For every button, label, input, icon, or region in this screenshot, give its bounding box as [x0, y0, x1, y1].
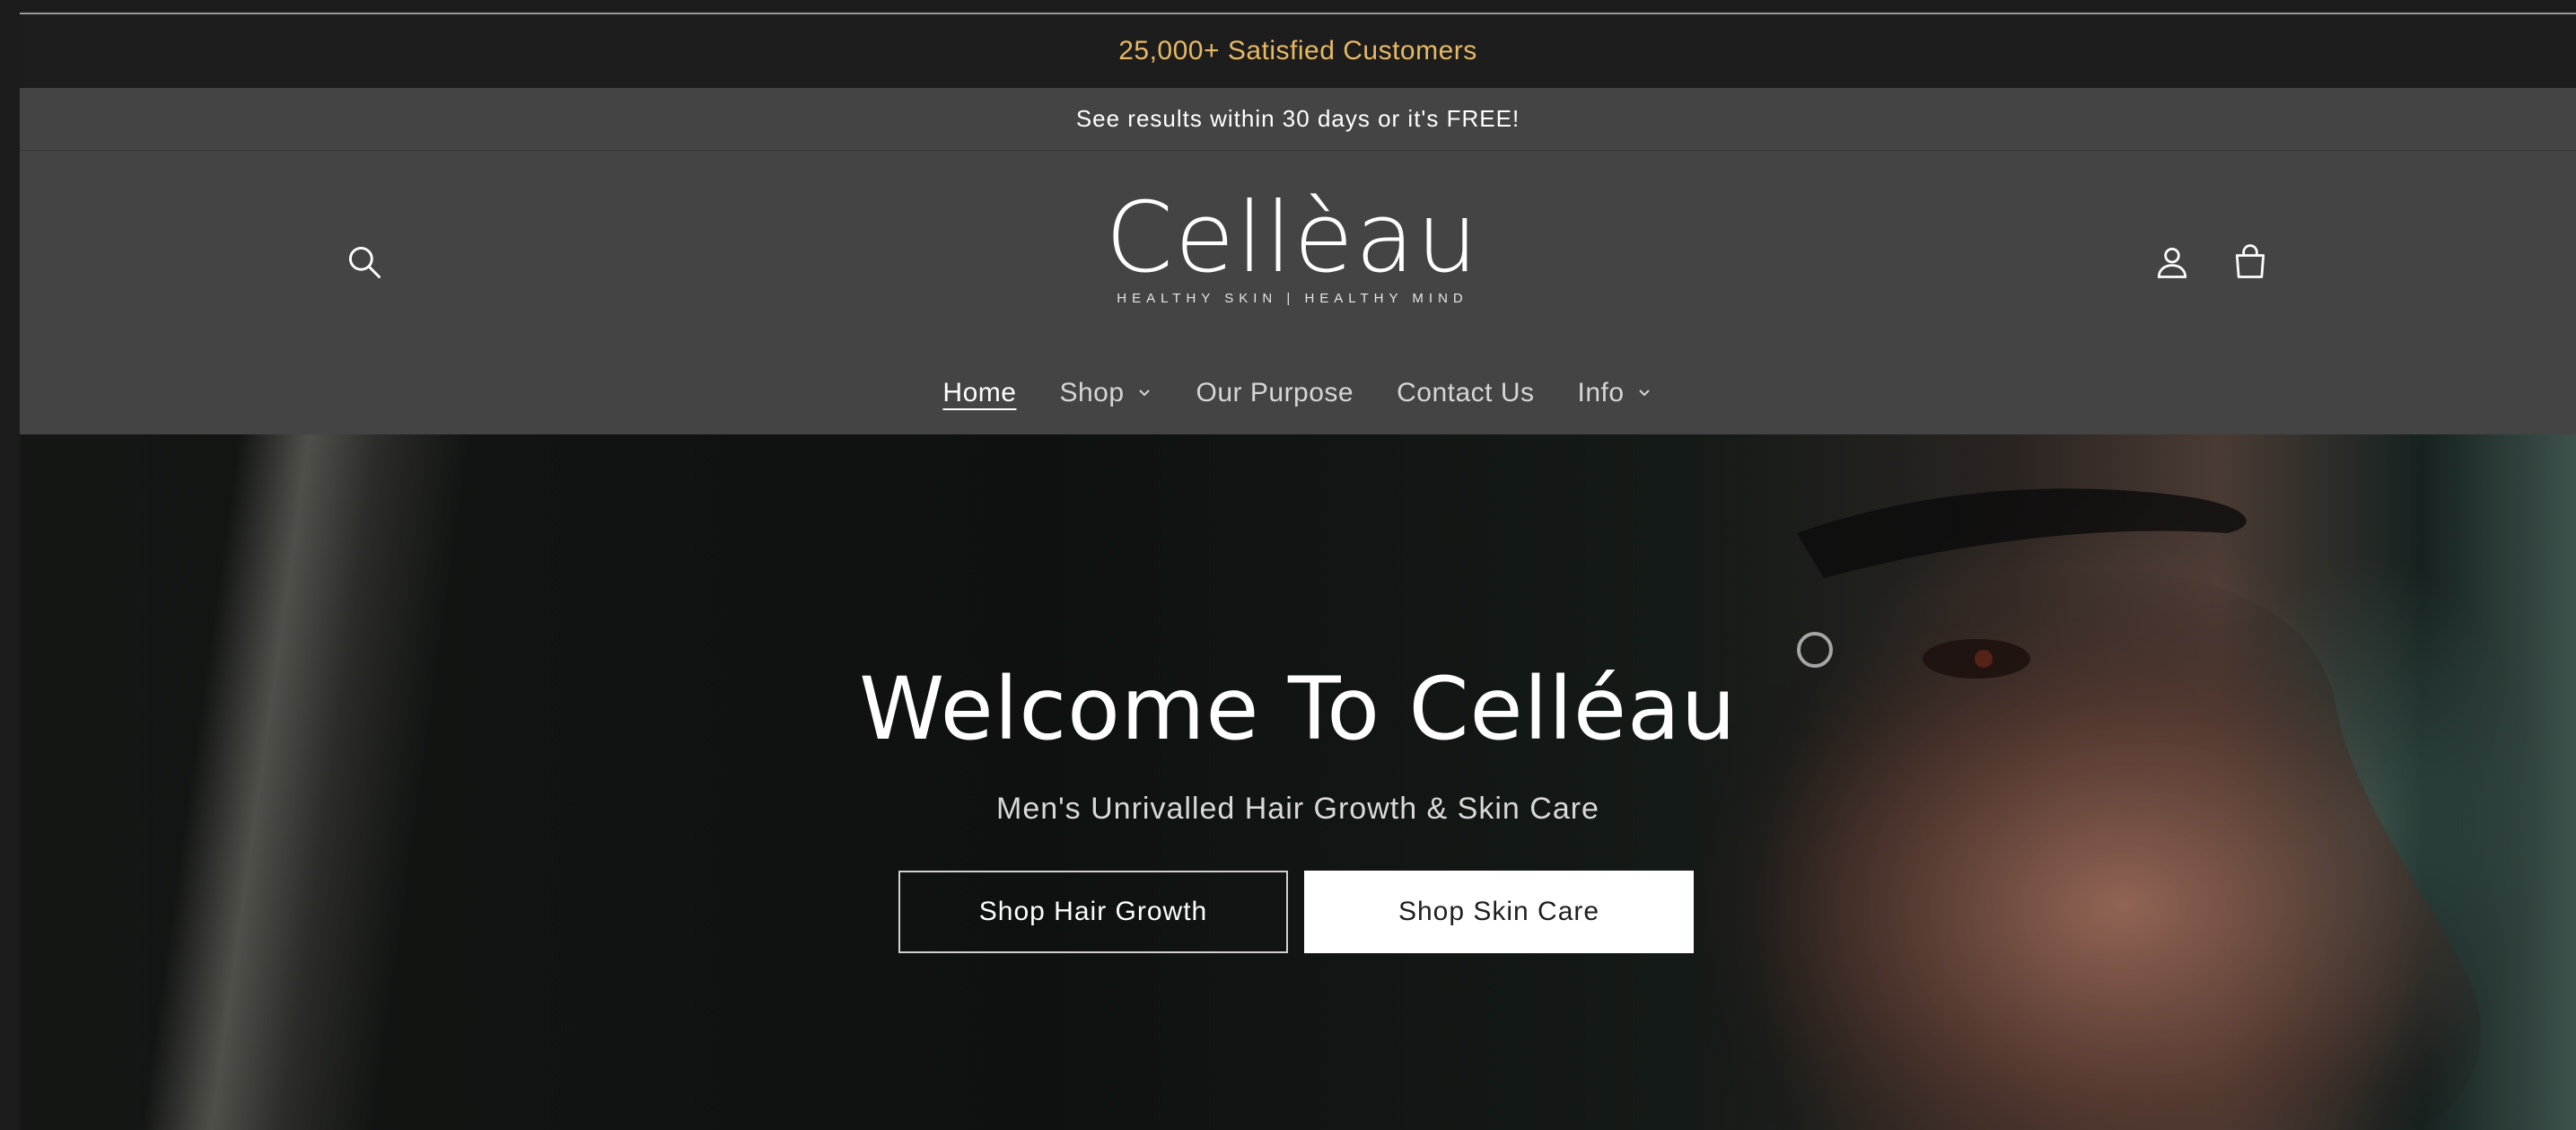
shop-skin-care-button[interactable]: Shop Skin Care — [1304, 871, 1694, 953]
hero-title: Welcome To Celléau — [859, 659, 1737, 759]
site-logo[interactable]: Cellèau HEALTHY SKIN | HEALTHY MIND — [1086, 188, 1499, 314]
announcement-text: See results within 30 days or it's FREE! — [1075, 105, 1520, 132]
cart-button[interactable] — [2223, 235, 2277, 289]
nav-label: Info — [1577, 378, 1625, 407]
promo-text: 25,000+ Satisfied Customers — [1118, 36, 1477, 66]
logo-wordmark: Cellèau — [1105, 182, 1480, 294]
nav-item-contact-us[interactable]: Contact Us — [1397, 378, 1534, 408]
page-frame: 25,000+ Satisfied Customers See results … — [20, 0, 2576, 1130]
shop-hair-growth-button[interactable]: Shop Hair Growth — [898, 871, 1288, 953]
cart-icon — [2235, 244, 2265, 278]
account-button[interactable] — [2145, 235, 2199, 289]
hero-banner: Welcome To Celléau Men's Unrivalled Hair… — [20, 434, 2576, 1130]
search-button[interactable] — [337, 235, 391, 289]
nav-item-info[interactable]: Info — [1578, 378, 1653, 408]
site-header: Cellèau HEALTHY SKIN | HEALTHY MIND Home… — [20, 151, 2576, 434]
nav-label: Contact Us — [1397, 378, 1535, 407]
nav-label: Our Purpose — [1196, 378, 1354, 407]
user-icon — [2157, 247, 2187, 278]
announcement-bar: See results within 30 days or it's FREE! — [20, 88, 2576, 151]
nav-item-shop[interactable]: Shop — [1059, 378, 1152, 408]
hero-portrait-image — [1689, 488, 2481, 1130]
hero-subtitle: Men's Unrivalled Hair Growth & Skin Care — [996, 792, 1599, 826]
nav-label: Home — [942, 378, 1017, 407]
hero-background-highlight — [141, 434, 473, 1130]
main-nav: Home Shop Our Purpose Contact Us Info — [20, 371, 2576, 416]
promo-bar: 25,000+ Satisfied Customers — [20, 14, 2576, 88]
nav-item-our-purpose[interactable]: Our Purpose — [1196, 378, 1354, 408]
nav-item-home[interactable]: Home — [942, 378, 1016, 408]
chevron-down-icon — [1138, 390, 1150, 397]
chevron-down-icon — [1638, 390, 1650, 397]
logo-tagline: HEALTHY SKIN | HEALTHY MIND — [1117, 291, 1468, 306]
nav-label: Shop — [1059, 378, 1125, 407]
search-icon — [348, 246, 381, 278]
